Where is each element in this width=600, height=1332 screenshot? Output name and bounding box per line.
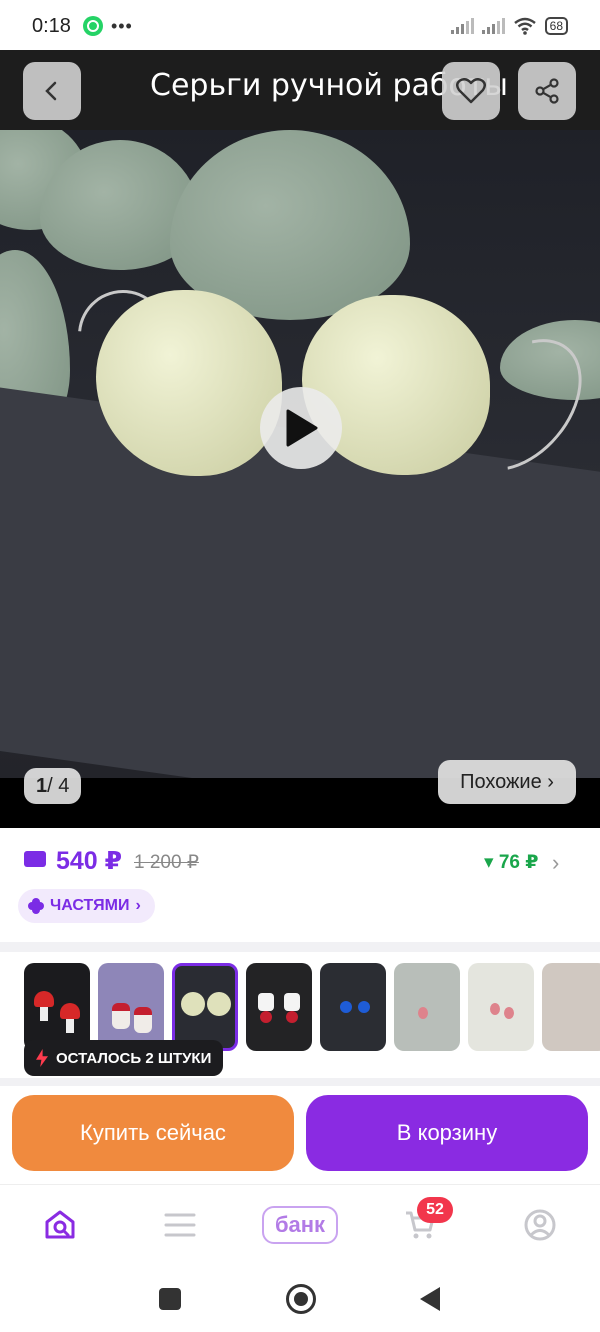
current-price: 540 ₽	[56, 847, 123, 875]
nav-profile[interactable]	[518, 1203, 562, 1247]
play-icon	[286, 409, 318, 447]
share-button[interactable]	[518, 62, 576, 120]
gallery-pager: 1/ 4	[24, 768, 82, 804]
chevron-right-icon[interactable]: ›	[552, 850, 559, 876]
cart-count-badge: 52	[417, 1197, 453, 1223]
battery-icon: 68	[544, 17, 568, 35]
chevron-left-icon	[45, 81, 57, 101]
pager-total: 4	[58, 775, 70, 797]
cashback-amount[interactable]: ▾ 76 ₽	[484, 851, 538, 874]
catalog-icon	[164, 1213, 196, 1237]
variant-thumb[interactable]	[246, 963, 312, 1051]
heart-icon	[456, 78, 486, 104]
status-time: 0:18	[32, 14, 71, 37]
variant-thumb[interactable]	[394, 963, 460, 1051]
clover-icon	[28, 898, 44, 914]
signal-icon	[481, 18, 505, 34]
play-video-button[interactable]	[260, 387, 342, 469]
chevron-right-icon: ›	[135, 897, 141, 914]
similar-button[interactable]: Похожие ›	[438, 760, 576, 804]
home-search-icon	[45, 1210, 75, 1239]
variant-thumb[interactable]	[468, 963, 534, 1051]
buy-now-button[interactable]: Купить сейчас	[12, 1095, 294, 1171]
variant-thumb[interactable]	[542, 963, 600, 1051]
variant-thumb[interactable]	[98, 963, 164, 1051]
variant-thumb-selected[interactable]	[172, 963, 238, 1051]
variant-thumb[interactable]	[320, 963, 386, 1051]
nav-home[interactable]	[38, 1203, 82, 1247]
signal-icon	[450, 18, 474, 34]
nav-catalog[interactable]	[158, 1203, 202, 1247]
favorite-button[interactable]	[442, 62, 500, 120]
pager-separator: /	[47, 775, 53, 797]
installments-button[interactable]: ЧАСТЯМИ ›	[18, 889, 155, 923]
old-price: 1 200 ₽	[134, 852, 199, 873]
home-button[interactable]	[286, 1284, 316, 1314]
variant-thumb[interactable]	[24, 963, 90, 1051]
bottom-navigation: банк 52	[0, 1184, 600, 1268]
section-divider	[0, 1078, 600, 1086]
share-icon	[535, 78, 559, 104]
profile-icon	[524, 1209, 556, 1241]
installments-label: ЧАСТЯМИ	[50, 897, 130, 914]
wallet-icon	[24, 851, 46, 867]
product-gallery[interactable]: Серьги ручной работы 1/ 4 Похожие ›	[0, 50, 600, 828]
purchase-actions: Купить сейчас В корзину	[0, 1086, 600, 1184]
status-indicators: 68	[450, 17, 568, 35]
nav-bank[interactable]: банк	[262, 1206, 338, 1244]
back-button[interactable]	[23, 62, 81, 120]
whatsapp-icon	[82, 16, 103, 36]
recent-apps-button[interactable]	[159, 1288, 181, 1310]
stock-badge: ОСТАЛОСЬ 2 ШТУКИ	[24, 1040, 224, 1076]
header-bar: Серьги ручной работы	[0, 50, 600, 130]
section-divider	[0, 942, 600, 952]
variant-selector: ОСТАЛОСЬ 2 ШТУКИ	[0, 952, 600, 1078]
more-dots-icon: •••	[110, 15, 133, 36]
system-navigation-bar	[0, 1268, 600, 1332]
price-card: 540 ₽ 1 200 ₽ ▾ 76 ₽ › ЧАСТЯМИ ›	[0, 828, 600, 942]
status-bar: 0:18 ••• 68	[0, 0, 600, 52]
wifi-icon	[513, 17, 536, 35]
stock-label: ОСТАЛОСЬ 2 ШТУКИ	[56, 1049, 212, 1067]
lightning-icon	[36, 1049, 48, 1067]
back-nav-button[interactable]	[420, 1287, 440, 1311]
add-to-cart-button[interactable]: В корзину	[306, 1095, 588, 1171]
pager-current: 1	[36, 775, 48, 797]
